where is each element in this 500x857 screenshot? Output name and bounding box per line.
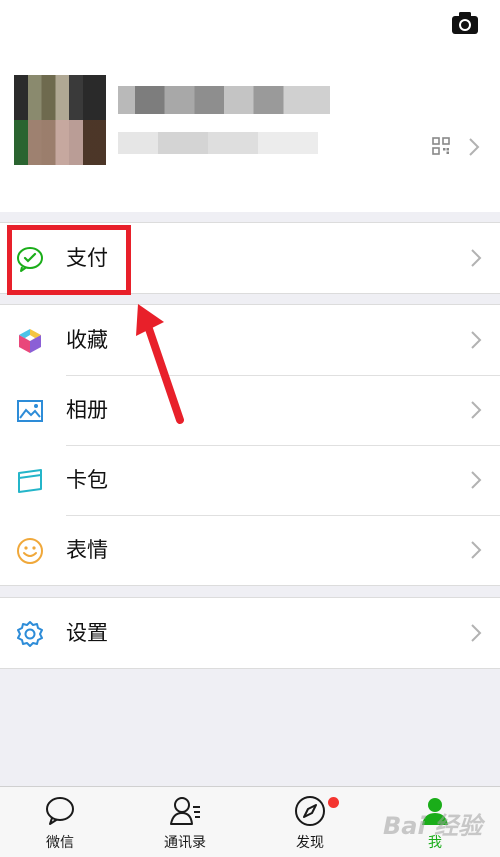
menu-item-label: 表情: [66, 538, 108, 562]
album-image-icon: [17, 400, 43, 422]
profile-header[interactable]: [0, 0, 500, 212]
menu-item-label: 相册: [66, 398, 108, 422]
notification-badge: [328, 797, 339, 808]
favorites-cube-icon: [19, 329, 41, 353]
chevron-right-icon: [471, 401, 482, 419]
menu-item-label: 支付: [66, 246, 108, 270]
avatar[interactable]: [14, 75, 106, 165]
menu-item-label: 收藏: [66, 328, 108, 352]
tab-discover[interactable]: 发现: [250, 787, 375, 857]
menu-item-label: 设置: [66, 621, 108, 645]
menu-item-cards[interactable]: 卡包: [0, 445, 500, 515]
menu-item-stickers[interactable]: 表情: [0, 515, 500, 585]
sticker-smile-icon: [17, 538, 43, 564]
chevron-right-icon: [471, 541, 482, 559]
menu-group-payment: 支付: [0, 222, 500, 294]
card-wallet-icon: [18, 469, 42, 493]
contacts-icon: [170, 797, 200, 825]
tab-label: 通讯录: [164, 835, 206, 851]
chevron-right-icon: [471, 331, 482, 349]
chevron-right-icon: [471, 624, 482, 642]
annotation-arrow-icon: [136, 304, 184, 424]
tab-chats[interactable]: 微信: [0, 787, 125, 857]
tab-label: 发现: [296, 835, 324, 851]
chevron-right-icon: [469, 138, 480, 156]
profile-name-blurred: [118, 86, 330, 114]
menu-item-settings[interactable]: 设置: [0, 598, 500, 668]
tab-label: 微信: [46, 835, 74, 851]
profile-id-blurred: [118, 132, 318, 154]
settings-gear-icon: [17, 621, 43, 647]
menu-group-settings: 设置: [0, 597, 500, 669]
qr-code-icon[interactable]: [432, 137, 450, 155]
menu-group-main: 收藏 相册 卡包 表情: [0, 304, 500, 586]
watermark-text: Bai 经验: [383, 812, 483, 840]
chevron-right-icon: [471, 249, 482, 267]
tab-contacts[interactable]: 通讯录: [125, 787, 250, 857]
wechat-pay-icon: [17, 247, 43, 272]
compass-icon: [295, 796, 325, 826]
chat-bubble-icon: [46, 797, 74, 825]
menu-item-label: 卡包: [66, 468, 108, 492]
menu-item-favorites[interactable]: 收藏: [0, 305, 500, 375]
chevron-right-icon: [471, 471, 482, 489]
menu-item-album[interactable]: 相册: [0, 375, 500, 445]
menu-item-payment[interactable]: 支付: [0, 223, 500, 293]
camera-icon[interactable]: [451, 11, 479, 35]
